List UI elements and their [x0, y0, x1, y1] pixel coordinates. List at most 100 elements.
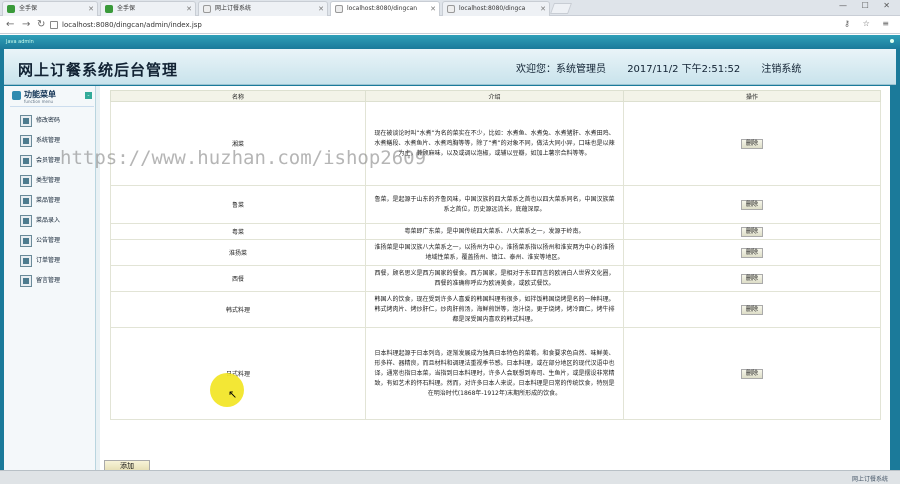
document-icon	[20, 195, 32, 207]
cuisine-table: 名称 介绍 操作 湘菜 现在被谈论时叫“水煮”为名的菜实在不少，比如：水煮鱼、水…	[110, 90, 881, 420]
cuisine-intro: 韩国人的饮食，现在受到许多人喜爱的韩国料理有很多，如拌饭韩国烧烤是名的一种料理。…	[365, 291, 624, 328]
document-icon	[20, 155, 32, 167]
close-tab-icon[interactable]: ✕	[318, 2, 324, 16]
table-row: 湘菜 现在被谈论时叫“水煮”为名的菜实在不少，比如：水煮鱼、水煮兔、水煮猪肝、水…	[110, 101, 881, 186]
reload-icon[interactable]: ↻	[37, 19, 45, 31]
header-info: 欢迎您：系统管理员 2017/11/2 下午2:51:52 注销系统	[516, 60, 819, 75]
sidebar-item-types[interactable]: 类型管理	[20, 174, 92, 189]
browser-tab-4[interactable]: localhost:8080/dingcan ✕	[330, 1, 440, 16]
page-header: 网上订餐系统后台管理 欢迎您：系统管理员 2017/11/2 下午2:51:52…	[4, 49, 896, 85]
datetime-text: 2017/11/2 下午2:51:52	[627, 64, 741, 75]
document-icon	[20, 235, 32, 247]
forward-icon[interactable]: →	[22, 19, 30, 31]
browser-tab-5[interactable]: localhost:8080/dingca ✕	[442, 1, 550, 16]
cuisine-name: 淮扬菜	[110, 239, 366, 266]
sidebar-item-dishes[interactable]: 菜品管理	[20, 194, 92, 209]
sidebar-item-dish-entry[interactable]: 菜品录入	[20, 214, 92, 229]
sidebar-item-orders[interactable]: 订单管理	[20, 254, 92, 269]
url-text: localhost:8080/dingcan/admin/index.jsp	[62, 21, 202, 29]
sidebar-item-members[interactable]: 会员管理	[20, 154, 92, 169]
close-tab-icon[interactable]: ✕	[430, 2, 436, 16]
delete-button[interactable]: 删除	[740, 368, 763, 379]
op-cell: 删除	[623, 223, 881, 240]
sidebar-item-label: 公告管理	[36, 237, 61, 244]
table-row: 鲁菜 鲁菜，是起源于山东的齐鲁风味，中国汉族的四大菜系之首也以四大菜系同名，中国…	[110, 185, 881, 224]
delete-button[interactable]: 删除	[740, 273, 763, 284]
sidebar-item-label: 菜品管理	[36, 197, 61, 204]
page-info-icon	[50, 21, 58, 29]
close-tab-icon[interactable]: ✕	[540, 2, 546, 16]
delete-button[interactable]: 删除	[740, 138, 763, 149]
op-cell: 删除	[623, 185, 881, 224]
sidebar-item-notices[interactable]: 公告管理	[20, 234, 92, 249]
url-input[interactable]: localhost:8080/dingcan/admin/index.jsp	[50, 18, 865, 32]
op-cell: 删除	[623, 265, 881, 292]
op-cell: 删除	[623, 291, 881, 328]
table-row: 西餐 西餐，顾名思义是西方国家的餐食。西方国家，是相对于东亚而言的欧洲白人世界文…	[110, 265, 881, 292]
mouse-pointer-icon: ↖	[228, 388, 238, 401]
cuisine-intro: 西餐，顾名思义是西方国家的餐食。西方国家，是相对于东亚而言的欧洲白人世界文化圈，…	[365, 265, 624, 292]
sidebar-item-label: 留言管理	[36, 277, 61, 284]
document-icon	[20, 115, 32, 127]
delete-button[interactable]: 删除	[740, 199, 763, 210]
status-bar: 网上订餐系统	[0, 470, 900, 484]
close-tab-icon[interactable]: ✕	[186, 2, 192, 16]
browser-tab-2[interactable]: 全手保 ✕	[100, 1, 196, 16]
tab-label: 全手保	[117, 5, 136, 12]
table-row: 粤菜 粤菜即广东菜，是中国传统四大菜系、八大菜系之一，发源于岭南。 删除	[110, 223, 881, 240]
sidebar-item-label: 类型管理	[36, 177, 61, 184]
document-icon	[20, 175, 32, 187]
tab-label: localhost:8080/dingcan	[347, 5, 418, 12]
sidebar-item-messages[interactable]: 留言管理	[20, 274, 92, 289]
cuisine-intro: 日本料理起源于日本列岛，逐渐发展成为独具日本特色的菜肴。和食要求色自然、味鲜美、…	[365, 327, 624, 420]
delete-button[interactable]: 删除	[740, 304, 763, 315]
op-cell: 删除	[623, 101, 881, 186]
document-icon	[20, 215, 32, 227]
tab-label: 全手保	[19, 5, 38, 12]
cuisine-intro: 现在被谈论时叫“水煮”为名的菜实在不少，比如：水煮鱼、水煮兔、水煮猪肝、水煮田鸡…	[365, 101, 624, 186]
page-title: 网上订餐系统后台管理	[18, 61, 179, 79]
sidebar-item-label: 菜品录入	[36, 217, 61, 224]
sidebar-header: 功能菜单 function menu -	[10, 89, 94, 107]
page-favicon-icon	[7, 5, 15, 13]
cuisine-name: 日式料理	[110, 327, 366, 420]
sidebar-subtitle: function menu	[24, 99, 54, 104]
cursor-highlight	[210, 373, 244, 407]
column-header-op: 操作	[623, 90, 881, 102]
window-controls[interactable]: — ☐ ✕	[839, 1, 896, 10]
address-bar-row: ← → ↻ localhost:8080/dingcan/admin/index…	[0, 16, 900, 34]
delete-button[interactable]: 删除	[740, 247, 763, 258]
tab-bar: 全手保 ✕ 全手保 ✕ 网上订餐系统 ✕ localhost:8080/dingcan…	[0, 0, 900, 16]
cuisine-name: 鲁菜	[110, 185, 366, 224]
welcome-text: 欢迎您：系统管理员	[516, 64, 606, 75]
cuisine-intro: 粤菜即广东菜，是中国传统四大菜系、八大菜系之一，发源于岭南。	[365, 223, 624, 240]
sidebar-item-system[interactable]: 系统管理	[20, 134, 92, 149]
sidebar-item-label: 订单管理	[36, 257, 61, 264]
cuisine-name: 湘菜	[110, 101, 366, 186]
delete-button[interactable]: 删除	[740, 226, 763, 237]
browser-tab-3[interactable]: 网上订餐系统 ✕	[198, 1, 328, 16]
browser-chrome: 全手保 ✕ 全手保 ✕ 网上订餐系统 ✕ localhost:8080/dingcan…	[0, 0, 900, 34]
status-text: 网上订餐系统	[851, 476, 888, 483]
tab-label: localhost:8080/dingca	[459, 5, 526, 12]
page-favicon-icon	[335, 5, 343, 13]
table-row: 韩式料理 韩国人的饮食，现在受到许多人喜爱的韩国料理有很多，如拌饭韩国烧烤是名的…	[110, 291, 881, 328]
new-tab-button[interactable]	[549, 3, 573, 14]
table-row: 淮扬菜 淮扬菜是中国汉族八大菜系之一，以扬州为中心，淮扬菜系指以扬州和淮安两为中…	[110, 239, 881, 266]
document-icon	[20, 135, 32, 147]
op-cell: 删除	[623, 239, 881, 266]
back-icon[interactable]: ←	[6, 19, 14, 31]
sidebar-item-label: 修改密码	[36, 117, 61, 124]
page-favicon-icon	[105, 5, 113, 13]
collapse-toggle-icon[interactable]: -	[85, 92, 92, 99]
logout-link[interactable]: 注销系统	[761, 64, 801, 75]
sidebar-item-change-password[interactable]: 修改密码	[20, 114, 92, 129]
browser-tab-1[interactable]: 全手保 ✕	[2, 1, 98, 16]
main-content: 名称 介绍 操作 湘菜 现在被谈论时叫“水煮”为名的菜实在不少，比如：水煮鱼、水…	[100, 86, 890, 476]
close-tab-icon[interactable]: ✕	[88, 2, 94, 16]
cuisine-name: 西餐	[110, 265, 366, 292]
sidebar-item-label: 会员管理	[36, 157, 61, 164]
cuisine-intro: 淮扬菜是中国汉族八大菜系之一，以扬州为中心，淮扬菜系指以扬州和淮安两为中心的淮扬…	[365, 239, 624, 266]
toolbar-icons[interactable]: ⚷ ☆ ≡	[844, 19, 894, 28]
page-favicon-icon	[447, 5, 455, 13]
